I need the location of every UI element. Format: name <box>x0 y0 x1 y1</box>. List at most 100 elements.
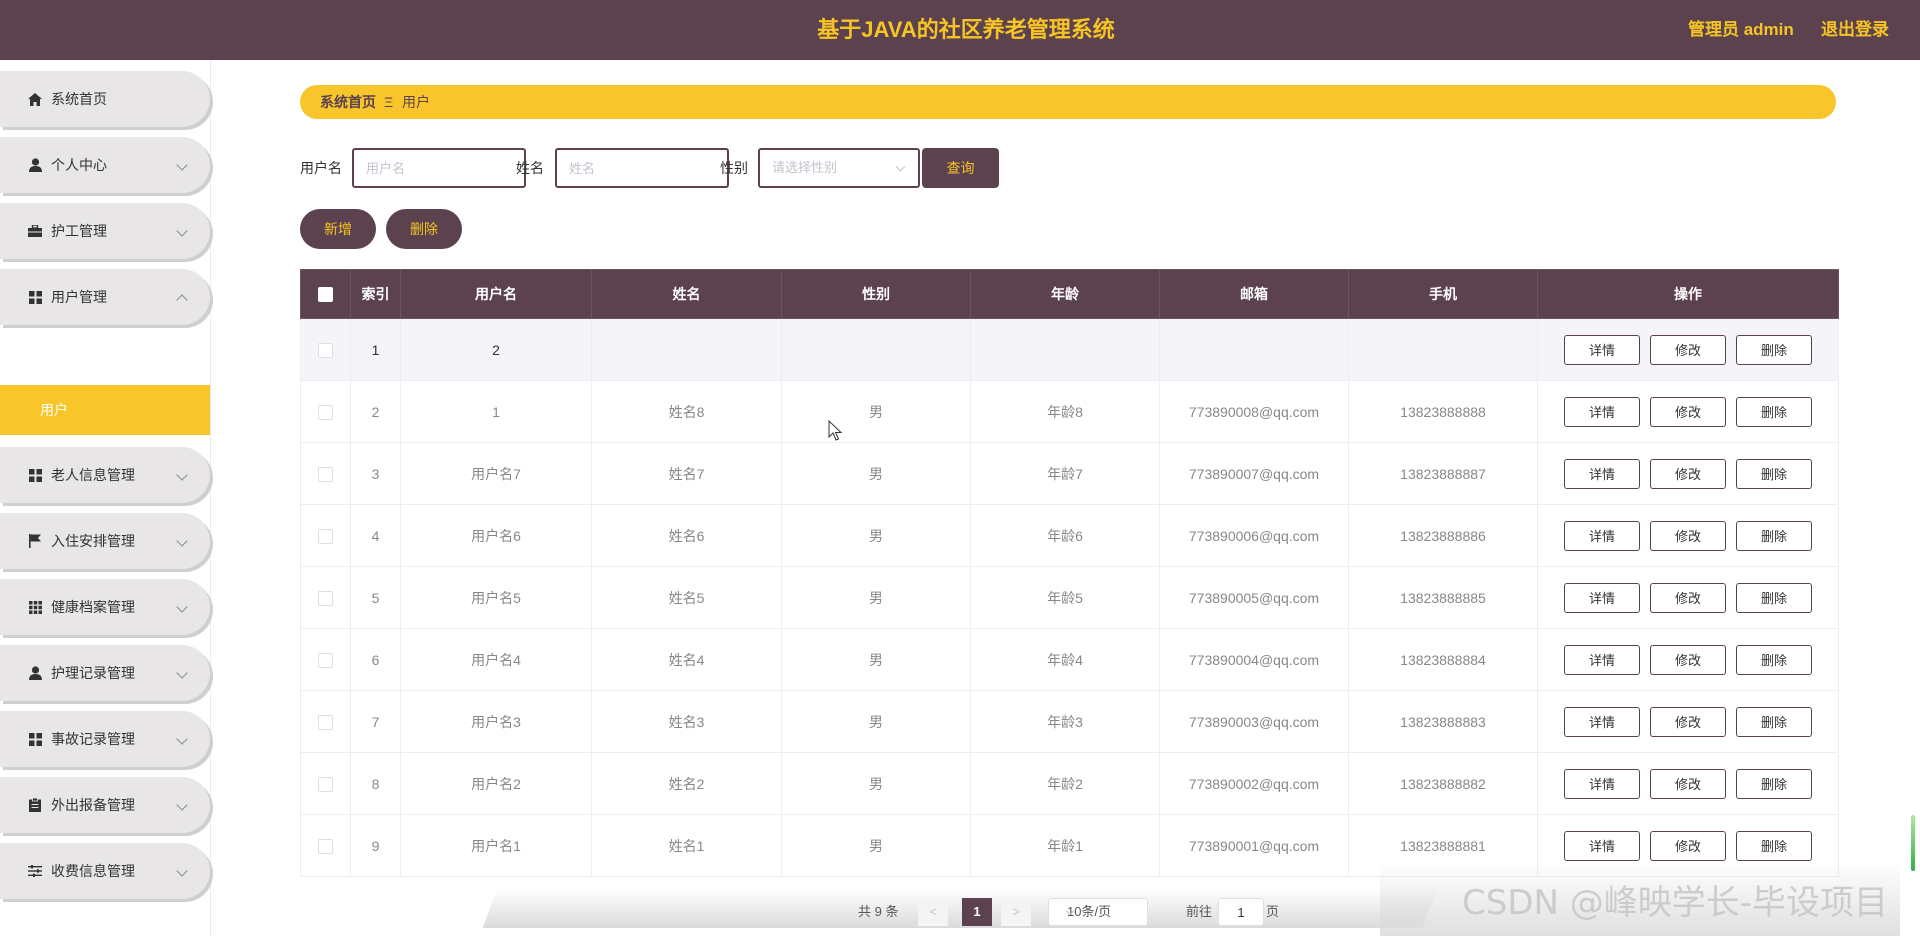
table-cell-name: 姓名2 <box>591 752 782 815</box>
row-checkbox[interactable] <box>318 404 333 420</box>
edit-button[interactable]: 修改 <box>1650 334 1726 365</box>
delete-button[interactable]: 删除 <box>1736 706 1812 737</box>
detail-button[interactable]: 详情 <box>1564 644 1640 675</box>
detail-button[interactable]: 详情 <box>1564 334 1640 365</box>
row-checkbox[interactable] <box>318 590 333 606</box>
sidebar-item-checkin[interactable]: 入住安排管理 <box>0 513 210 569</box>
edit-button[interactable]: 修改 <box>1650 830 1726 861</box>
chevron-down-icon <box>176 865 188 877</box>
edit-button[interactable]: 修改 <box>1650 458 1726 489</box>
edit-button[interactable]: 修改 <box>1650 396 1726 427</box>
row-checkbox-cell <box>300 442 351 505</box>
edit-button[interactable]: 修改 <box>1650 582 1726 613</box>
sidebar-item-nursing[interactable]: 护理记录管理 <box>0 645 210 701</box>
sidebar-item-users[interactable]: 用户管理 <box>0 269 210 325</box>
chevron-down-icon <box>895 161 906 172</box>
sidebar-item-label: 护工管理 <box>51 223 107 239</box>
chevron-down-icon <box>176 225 188 237</box>
sidebar: 系统首页 个人中心 护工管理 用户管理 用户 老人信息管理 入住安排管理 健康档… <box>0 60 211 936</box>
table-cell-name <box>591 318 782 381</box>
prev-page-button[interactable]: < <box>918 898 948 926</box>
table-cell-username: 用户名7 <box>400 442 592 505</box>
name-search-input[interactable] <box>555 148 729 188</box>
sidebar-item-label: 个人中心 <box>51 157 107 173</box>
breadcrumb-separator: Ξ <box>384 94 394 110</box>
table-cell-phone: 13823888883 <box>1348 690 1538 753</box>
detail-button[interactable]: 详情 <box>1564 396 1640 427</box>
logout-link[interactable]: 退出登录 <box>1821 0 1889 60</box>
detail-button[interactable]: 详情 <box>1564 582 1640 613</box>
table-cell-name: 姓名7 <box>591 442 782 505</box>
sidebar-item-profile[interactable]: 个人中心 <box>0 137 210 193</box>
detail-button[interactable]: 详情 <box>1564 458 1640 489</box>
users-table: 索引 用户名 姓名 性别 年龄 邮箱 手机 操作 1 2 详情 修改 删除 2 1 姓名8 男年… <box>300 269 1839 877</box>
admin-label: 管理员 admin <box>1688 20 1794 39</box>
delete-button[interactable]: 删除 <box>1736 582 1812 613</box>
delete-button[interactable]: 删除 <box>1736 768 1812 799</box>
row-checkbox-cell <box>300 814 351 877</box>
username-search-input[interactable] <box>352 148 526 188</box>
breadcrumb-home[interactable]: 系统首页 <box>320 85 376 119</box>
sidebar-item-elder-info[interactable]: 老人信息管理 <box>0 447 210 503</box>
table-cell-username: 1 <box>400 380 592 443</box>
table-cell-index: 1 <box>350 318 401 381</box>
table-cell-name: 姓名8 <box>591 380 782 443</box>
row-checkbox-cell <box>300 690 351 753</box>
sidebar-subitem-users[interactable]: 用户 <box>0 385 210 435</box>
sidebar-item-health[interactable]: 健康档案管理 <box>0 579 210 635</box>
chevron-down-icon <box>176 159 188 171</box>
delete-button[interactable]: 删除 <box>1736 334 1812 365</box>
row-checkbox[interactable] <box>318 528 333 544</box>
edit-button[interactable]: 修改 <box>1650 644 1726 675</box>
table-cell-actions: 详情 修改 删除 <box>1537 690 1839 753</box>
gender-select[interactable]: 请选择性别 <box>758 148 920 188</box>
table-cell-phone: 13823888887 <box>1348 442 1538 505</box>
edit-button[interactable]: 修改 <box>1650 520 1726 551</box>
edit-button[interactable]: 修改 <box>1650 706 1726 737</box>
delete-button[interactable]: 删除 <box>1736 520 1812 551</box>
sidebar-item-outings[interactable]: 外出报备管理 <box>0 777 210 833</box>
name-label: 姓名 <box>516 160 544 176</box>
page-size-select[interactable]: 10条/页 <box>1048 898 1148 926</box>
sidebar-item-caregivers[interactable]: 护工管理 <box>0 203 210 259</box>
row-checkbox[interactable] <box>318 714 333 730</box>
row-checkbox[interactable] <box>318 652 333 668</box>
batch-delete-button[interactable]: 删除 <box>386 209 462 249</box>
detail-button[interactable]: 详情 <box>1564 830 1640 861</box>
select-all-checkbox[interactable] <box>318 287 333 303</box>
gender-select-placeholder: 请选择性别 <box>772 160 838 175</box>
app-title: 基于JAVA的社区养老管理系统 <box>817 17 1115 42</box>
table-cell-phone: 13823888886 <box>1348 504 1538 567</box>
detail-button[interactable]: 详情 <box>1564 768 1640 799</box>
detail-button[interactable]: 详情 <box>1564 520 1640 551</box>
add-button[interactable]: 新增 <box>300 209 376 249</box>
sidebar-item-fees[interactable]: 收费信息管理 <box>0 843 210 899</box>
sidebar-item-label: 用户管理 <box>51 289 107 305</box>
row-checkbox[interactable] <box>318 776 333 792</box>
delete-button[interactable]: 删除 <box>1736 396 1812 427</box>
table-cell-index: 4 <box>350 504 401 567</box>
delete-button[interactable]: 删除 <box>1736 458 1812 489</box>
scroll-indicator[interactable] <box>1911 815 1915 871</box>
goto-page-input[interactable] <box>1218 898 1264 926</box>
table-cell-actions: 详情 修改 删除 <box>1537 442 1839 505</box>
row-checkbox[interactable] <box>318 466 333 482</box>
query-button[interactable]: 查询 <box>922 148 999 188</box>
sidebar-item-home[interactable]: 系统首页 <box>0 71 210 127</box>
row-checkbox[interactable] <box>318 838 333 854</box>
next-page-button[interactable]: > <box>1001 898 1031 926</box>
mouse-cursor-icon <box>828 420 843 441</box>
row-checkbox[interactable] <box>318 342 333 358</box>
gender-label: 性别 <box>720 160 748 176</box>
edit-button[interactable]: 修改 <box>1650 768 1726 799</box>
detail-button[interactable]: 详情 <box>1564 706 1640 737</box>
table-cell-age: 年龄7 <box>970 442 1160 505</box>
sliders-icon <box>27 863 43 879</box>
table-cell-email <box>1159 318 1349 381</box>
table-cell-phone: 13823888885 <box>1348 566 1538 629</box>
page-button-current[interactable]: 1 <box>962 898 992 926</box>
sidebar-subitem-label: 用户 <box>40 402 68 418</box>
delete-button[interactable]: 删除 <box>1736 830 1812 861</box>
delete-button[interactable]: 删除 <box>1736 644 1812 675</box>
sidebar-item-accidents[interactable]: 事故记录管理 <box>0 711 210 767</box>
